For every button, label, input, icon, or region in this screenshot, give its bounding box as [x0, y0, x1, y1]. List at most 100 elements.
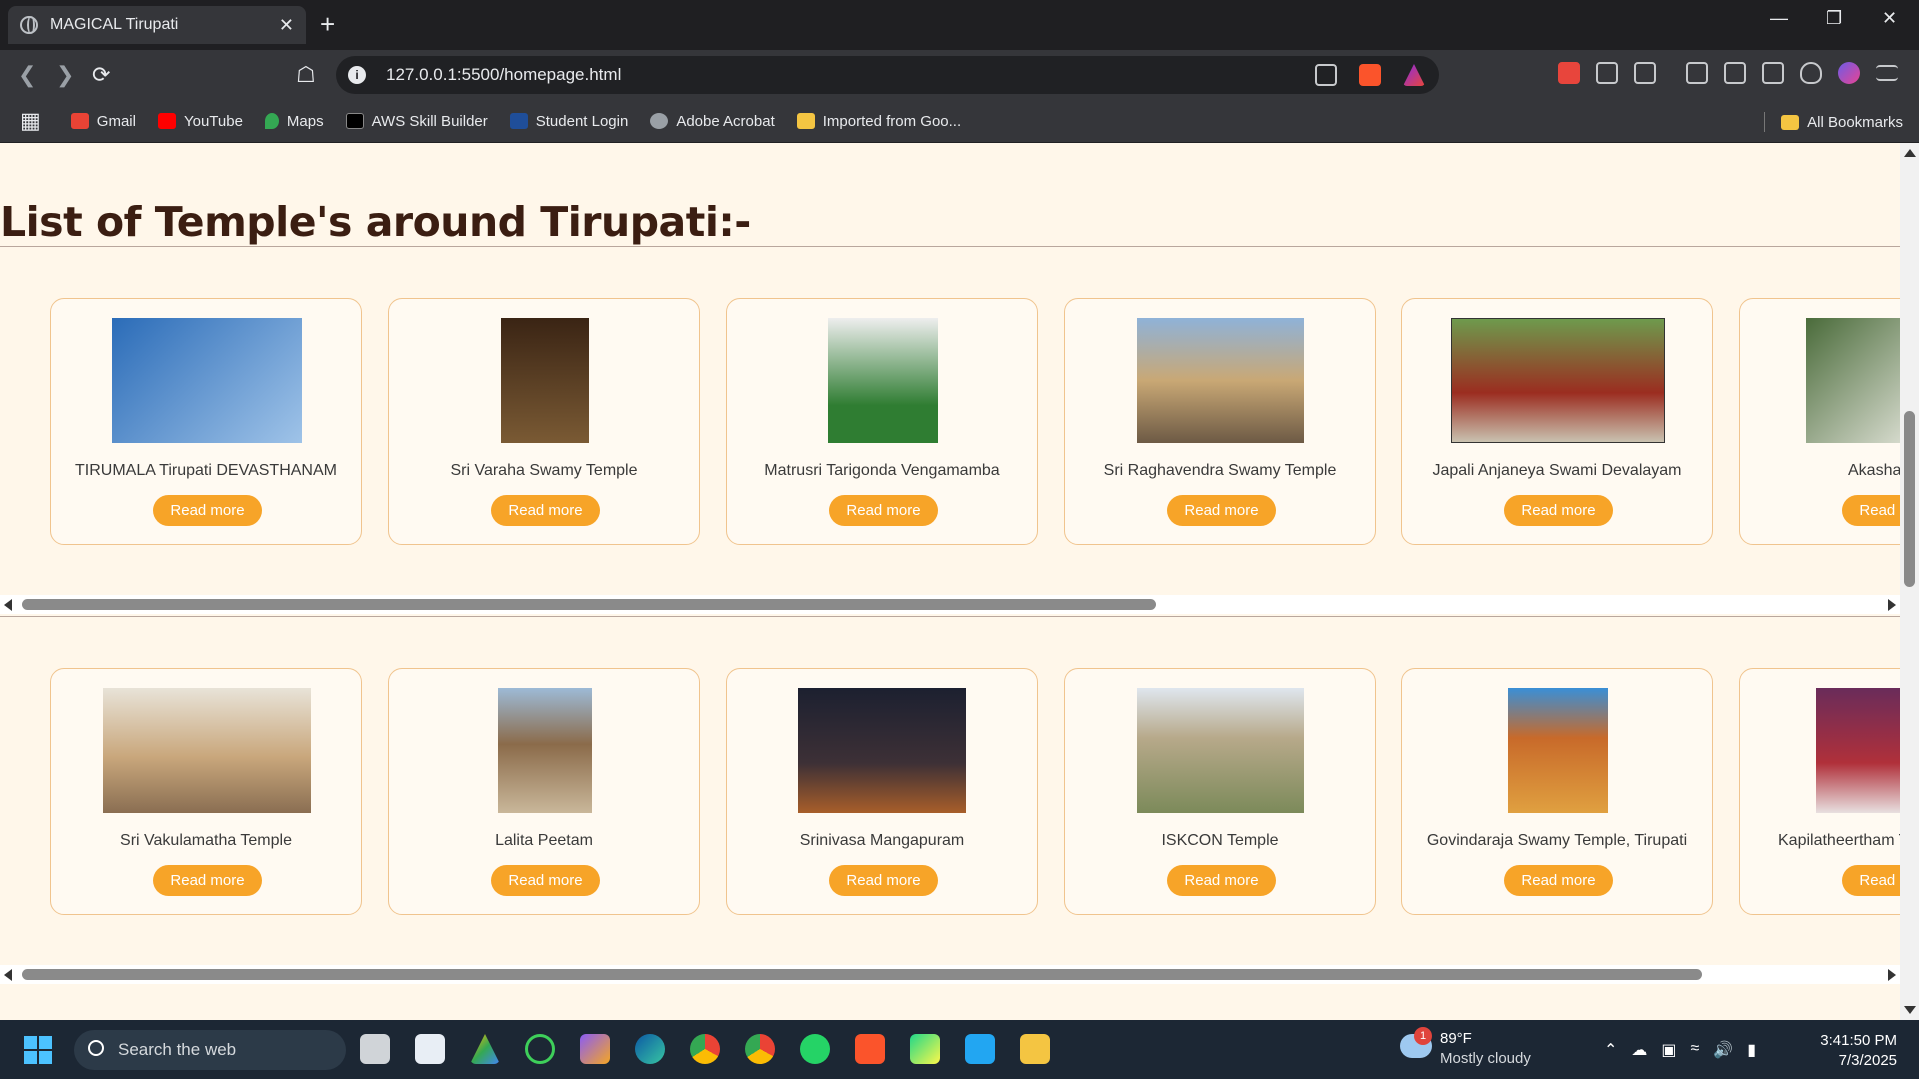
search-icon	[88, 1040, 104, 1056]
volume-icon[interactable]: 🔊	[1713, 1040, 1733, 1060]
task-view-icon[interactable]	[360, 1034, 390, 1064]
student-login-icon	[509, 113, 528, 129]
temple-name: Sri Varaha Swamy Temple	[450, 462, 638, 479]
new-tab-button[interactable]: +	[320, 10, 335, 38]
bookmarks-bar: ▦ Gmail YouTube Maps AWS Skill Builder S…	[0, 100, 1919, 142]
chevron-up-icon[interactable]: ⌃	[1604, 1040, 1617, 1060]
bookmark-aws[interactable]: AWS Skill Builder	[345, 113, 488, 130]
read-more-button[interactable]: Read more	[1504, 495, 1613, 526]
reload-icon[interactable]: ⟳	[92, 62, 110, 88]
all-bookmarks[interactable]: All Bookmarks	[1764, 112, 1903, 132]
read-more-button[interactable]: Read more	[1167, 495, 1276, 526]
page-search-icon[interactable]	[1634, 62, 1656, 84]
back-icon[interactable]: ❮	[18, 62, 36, 88]
read-more-button[interactable]: Read more	[829, 495, 938, 526]
scroll-left-arrow[interactable]	[4, 969, 12, 981]
wifi-icon[interactable]: ≈	[1691, 1040, 1700, 1060]
url-text: 127.0.0.1:5500/homepage.html	[386, 65, 622, 84]
read-more-button[interactable]: Read more	[491, 865, 600, 896]
temple-card: Lalita Peetam Read more	[388, 668, 700, 915]
read-more-button[interactable]: Read more	[1504, 865, 1613, 896]
minimize-icon[interactable]: —	[1770, 8, 1788, 29]
taskbar-search[interactable]: Search the web	[74, 1030, 346, 1070]
sidebar-icon[interactable]	[1686, 62, 1708, 84]
clock[interactable]: 3:41:50 PM 7/3/2025	[1820, 1031, 1897, 1071]
chrome-profile-icon[interactable]	[745, 1034, 775, 1064]
scrollbar-thumb[interactable]	[1904, 411, 1915, 587]
horizontal-scrollbar[interactable]	[0, 595, 1900, 614]
bookmark-imported[interactable]: Imported from Goo...	[796, 113, 961, 130]
read-more-button[interactable]: Read more	[1167, 865, 1276, 896]
profile-avatar[interactable]	[1838, 62, 1860, 84]
leo-ai-icon[interactable]	[1762, 62, 1784, 84]
read-more-button[interactable]: Read more	[1842, 865, 1900, 896]
store-icon[interactable]	[415, 1034, 445, 1064]
read-more-button[interactable]: Read more	[153, 865, 262, 896]
site-info-icon[interactable]: i	[348, 66, 366, 84]
battery-icon[interactable]: ▮	[1747, 1040, 1756, 1060]
puzzle-icon[interactable]	[1596, 62, 1618, 84]
brave-icon[interactable]	[855, 1034, 885, 1064]
scroll-left-arrow[interactable]	[4, 599, 12, 611]
google-drive-icon[interactable]	[470, 1034, 500, 1064]
file-explorer-icon[interactable]	[1020, 1034, 1050, 1064]
temple-image	[1806, 318, 1900, 443]
temple-name: Sri Raghavendra Swamy Temple	[1103, 462, 1337, 479]
bookmark-icon[interactable]: ☖	[296, 62, 316, 88]
bookmark-adobe-acrobat[interactable]: Adobe Acrobat	[650, 113, 775, 130]
bookmark-maps[interactable]: Maps	[264, 113, 324, 130]
address-bar[interactable]: i 127.0.0.1:5500/homepage.html	[336, 56, 1439, 94]
vertical-scrollbar[interactable]	[1900, 143, 1919, 1020]
forward-icon[interactable]: ❯	[56, 62, 74, 88]
read-more-button[interactable]: Read more	[491, 495, 600, 526]
restore-icon[interactable]: ❐	[1826, 8, 1842, 29]
read-more-button[interactable]: Read more	[153, 495, 262, 526]
display-icon[interactable]: ▣	[1661, 1040, 1676, 1060]
temple-name: Srinivasa Mangapuram	[799, 832, 965, 849]
temple-card: Japali Anjaneya Swami Devalayam Read mor…	[1401, 298, 1713, 545]
temple-row-2: Sri Vakulamatha Temple Read more Lalita …	[0, 668, 1900, 998]
browser-tab[interactable]: MAGICAL Tirupati ✕	[8, 6, 306, 44]
read-more-button[interactable]: Read more	[829, 865, 938, 896]
loading-app-icon[interactable]	[525, 1034, 555, 1064]
temple-image	[498, 688, 592, 813]
scrollbar-thumb[interactable]	[22, 969, 1702, 980]
menu-icon[interactable]	[1876, 65, 1898, 81]
vpn-icon[interactable]	[1800, 62, 1822, 84]
scroll-right-arrow[interactable]	[1888, 969, 1896, 981]
apps-grid-icon[interactable]: ▦	[20, 108, 41, 134]
temple-image	[1137, 318, 1304, 443]
windows-start-icon[interactable]	[24, 1036, 52, 1064]
vscode-icon[interactable]	[965, 1034, 995, 1064]
temple-image	[1508, 688, 1608, 813]
horizontal-scrollbar[interactable]	[0, 965, 1900, 984]
temple-card: Kapilatheertham T Read more	[1739, 668, 1900, 915]
read-more-button[interactable]: Read more	[1842, 495, 1900, 526]
close-tab-icon[interactable]: ✕	[279, 15, 294, 36]
onedrive-icon[interactable]: ☁	[1631, 1040, 1647, 1060]
share-icon[interactable]	[1315, 64, 1337, 86]
brave-shields-icon[interactable]	[1359, 64, 1381, 86]
copilot-icon[interactable]	[580, 1034, 610, 1064]
bookmark-student-login[interactable]: Student Login	[509, 113, 628, 130]
scroll-right-arrow[interactable]	[1888, 599, 1896, 611]
temple-name: Sri Vakulamatha Temple	[120, 832, 292, 849]
globe-icon	[650, 113, 669, 129]
chrome-icon[interactable]	[690, 1034, 720, 1064]
whatsapp-icon[interactable]	[800, 1034, 830, 1064]
brave-rewards-icon[interactable]	[1403, 64, 1425, 86]
pycharm-icon[interactable]	[910, 1034, 940, 1064]
bookmark-youtube[interactable]: YouTube	[157, 113, 243, 130]
wallet-icon[interactable]	[1724, 62, 1746, 84]
extension-red-icon[interactable]	[1558, 62, 1580, 84]
page-title: List of Temple's around Tirupati:-	[0, 198, 751, 246]
scroll-up-arrow[interactable]	[1904, 149, 1916, 157]
window-close-icon[interactable]: ✕	[1882, 8, 1897, 29]
bookmark-gmail[interactable]: Gmail	[70, 113, 136, 130]
temple-name: Akashag	[1848, 462, 1900, 479]
extensions-area	[1558, 62, 1898, 84]
edge-icon[interactable]	[635, 1034, 665, 1064]
scroll-down-arrow[interactable]	[1904, 1006, 1916, 1014]
temple-card: ISKCON Temple Read more	[1064, 668, 1376, 915]
scrollbar-thumb[interactable]	[22, 599, 1156, 610]
